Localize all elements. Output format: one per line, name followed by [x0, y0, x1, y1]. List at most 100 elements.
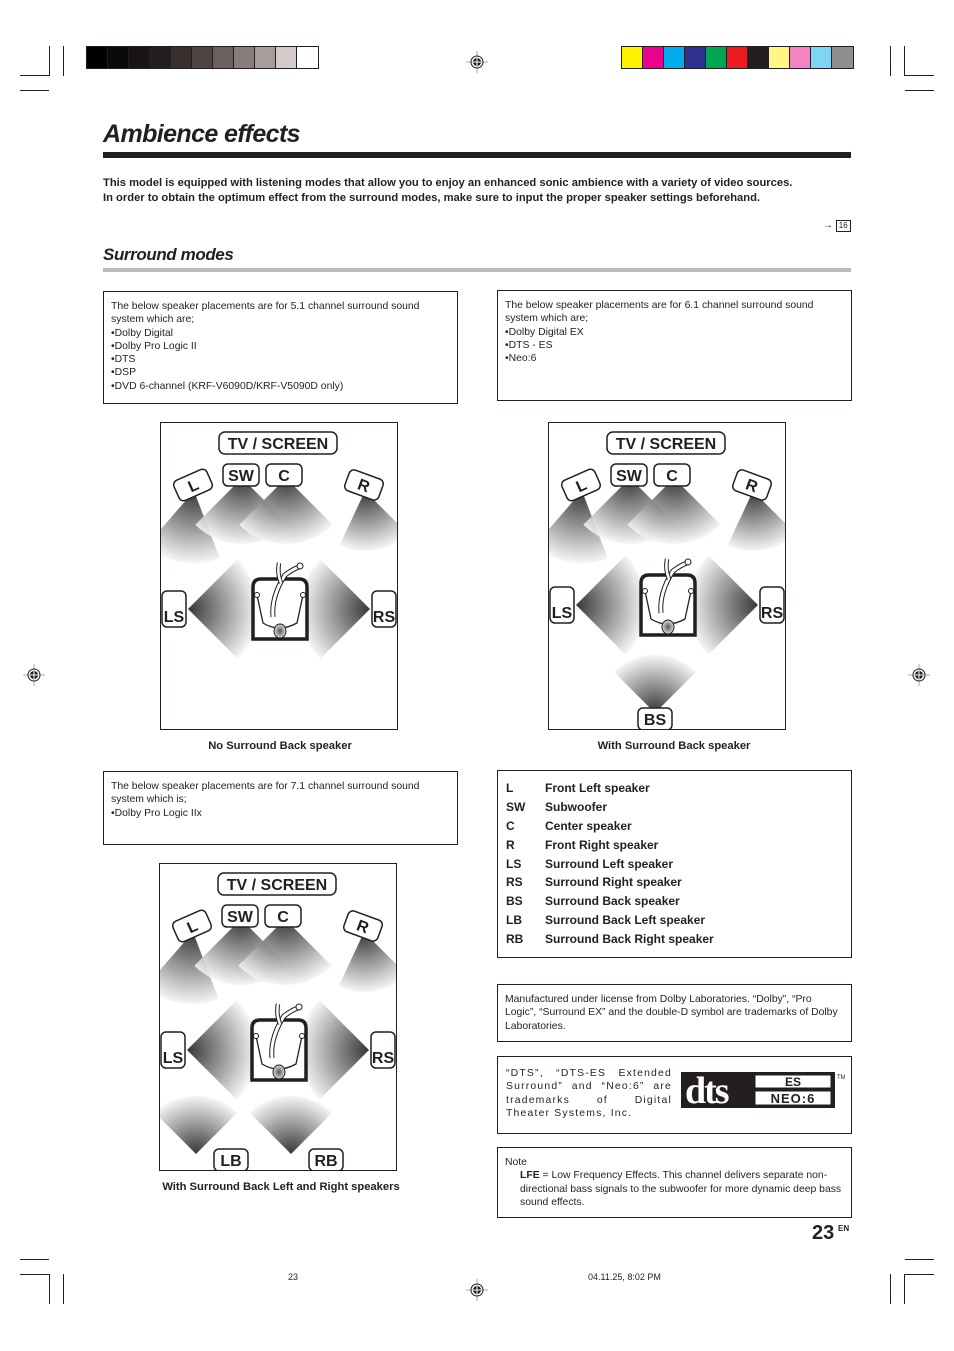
- intro-line: This model is equipped with listening mo…: [103, 177, 793, 189]
- list-item: DSP: [111, 366, 450, 379]
- sound-cone-c: [238, 919, 332, 986]
- svg-text:TV / SCREEN: TV / SCREEN: [228, 436, 328, 453]
- crop-mark: [20, 90, 49, 91]
- legend-desc: Surround Left speaker: [545, 856, 674, 871]
- dts-notice: “DTS”, “DTS-ES Extended Surround” and “N…: [497, 1056, 852, 1134]
- speaker-label-r: R: [731, 469, 773, 501]
- color-swatch: [129, 47, 150, 68]
- registration-mark-icon: [466, 1279, 488, 1301]
- diagram-caption: With Surround Back Left and Right speake…: [162, 1181, 400, 1193]
- color-swatch: [622, 47, 643, 68]
- svg-text:C: C: [278, 468, 290, 485]
- color-swatch: [276, 47, 297, 68]
- page-reference[interactable]: → 16: [823, 220, 851, 232]
- page-language: EN: [838, 1224, 850, 1233]
- crop-mark: [20, 75, 49, 76]
- crop-mark: [63, 46, 64, 76]
- legend-code: RB: [506, 931, 524, 946]
- speaker-diagram-6-1: TV / SCREEN L SW C R LS RS BS: [548, 422, 786, 730]
- sound-cone-r: [338, 932, 396, 992]
- book-page-icon: 16: [835, 220, 851, 232]
- color-swatch: [643, 47, 664, 68]
- note-body: LFE = Low Frequency Effects. This channe…: [505, 1169, 844, 1209]
- list-item: DTS: [111, 353, 450, 366]
- section-title: Surround modes: [103, 245, 234, 264]
- sound-cone-c: [239, 478, 333, 545]
- legend-code: C: [506, 818, 515, 833]
- system-list: Dolby Digital Dolby Pro Logic II DTS DSP…: [111, 327, 450, 393]
- legend-desc: Surround Back Right speaker: [545, 931, 714, 946]
- title-rule: [103, 152, 851, 158]
- system-intro: The below speaker placements are for 5.1…: [111, 301, 420, 326]
- legend-code: R: [506, 837, 515, 852]
- page-number: 23: [812, 1222, 835, 1244]
- legend-row: BS Surround Back speaker: [506, 892, 851, 911]
- grayscale-bar: [86, 46, 319, 69]
- system-box-5-1: The below speaker placements are for 5.1…: [103, 291, 458, 404]
- dts-notice-text: “DTS”, “DTS-ES Extended Surround” and “N…: [506, 1068, 672, 1119]
- legend-row: RS Surround Right speaker: [506, 873, 851, 892]
- svg-text:LS: LS: [164, 609, 185, 626]
- color-swatch: [234, 47, 255, 68]
- color-bar: [621, 46, 854, 69]
- color-swatch: [769, 47, 790, 68]
- speaker-legend: L Front Left speaker SW Subwoofer C Center sp…: [497, 770, 852, 958]
- list-item: Dolby Pro Logic IIx: [111, 807, 450, 820]
- speaker-label-lb: LB: [213, 1148, 249, 1170]
- speaker-label-r: R: [343, 469, 385, 501]
- svg-text:RB: RB: [314, 1153, 337, 1170]
- sound-cone-rb: [250, 1096, 332, 1154]
- color-swatch: [192, 47, 213, 68]
- diagram-caption: No Surround Back speaker: [208, 740, 352, 752]
- legend-row: C Center speaker: [506, 817, 851, 836]
- speaker-label-rs: RS: [370, 1031, 396, 1069]
- note-text: = Low Frequency Effects. This channel de…: [520, 1170, 842, 1208]
- system-intro: The below speaker placements are for 7.1…: [111, 781, 420, 806]
- svg-text:RS: RS: [761, 605, 784, 622]
- system-box-7-1: The below speaker placements are for 7.1…: [103, 771, 458, 845]
- color-swatch: [150, 47, 171, 68]
- color-swatch: [297, 47, 318, 68]
- dts-logo-icon: dts ES NEO:6 TM: [681, 1072, 845, 1110]
- crop-mark: [904, 1274, 905, 1304]
- color-swatch: [255, 47, 276, 68]
- footer-page: 23: [288, 1272, 299, 1282]
- color-swatch: [108, 47, 129, 68]
- speaker-label-bs: BS: [637, 707, 673, 729]
- color-swatch: [790, 47, 811, 68]
- trademark-symbol: TM: [837, 1075, 845, 1081]
- sound-cone-lb: [160, 1096, 237, 1154]
- legend-desc: Surround Back Left speaker: [545, 912, 706, 927]
- legend-code: LB: [506, 912, 522, 927]
- svg-text:LS: LS: [552, 605, 573, 622]
- system-box-6-1: The below speaker placements are for 6.1…: [497, 290, 852, 401]
- color-swatch: [87, 47, 108, 68]
- speaker-label-l: L: [171, 909, 213, 943]
- speaker-label-sw: SW: [221, 904, 259, 928]
- tv-screen-label: TV / SCREEN: [218, 431, 338, 455]
- sound-cone-r: [339, 491, 397, 551]
- list-item: Dolby Digital EX: [505, 326, 844, 339]
- legend-row: LB Surround Back Left speaker: [506, 911, 851, 930]
- intro-text: This model is equipped with listening mo…: [103, 176, 852, 206]
- note-term: LFE: [520, 1170, 540, 1182]
- color-swatch: [685, 47, 706, 68]
- crop-mark: [905, 1274, 934, 1275]
- legend-row: LS Surround Left speaker: [506, 854, 851, 873]
- legend-desc: Surround Back speaker: [545, 894, 680, 909]
- color-swatch: [171, 47, 192, 68]
- listener-icon: [250, 1003, 308, 1082]
- speaker-label-r: R: [342, 910, 384, 942]
- legend-code: BS: [506, 894, 523, 909]
- legend-code: LS: [506, 856, 522, 871]
- sound-cone-ls: [187, 1000, 258, 1100]
- crop-mark: [905, 75, 934, 76]
- speaker-label-c: C: [265, 463, 303, 487]
- svg-text:LB: LB: [220, 1153, 241, 1170]
- diagram-caption: With Surround Back speaker: [597, 740, 751, 752]
- speaker-label-ls: LS: [549, 586, 575, 624]
- legend-code: SW: [506, 800, 526, 815]
- dolby-notice: Manufactured under license from Dolby La…: [497, 984, 852, 1042]
- registration-mark-icon: [466, 51, 488, 73]
- listener-icon: [639, 558, 697, 637]
